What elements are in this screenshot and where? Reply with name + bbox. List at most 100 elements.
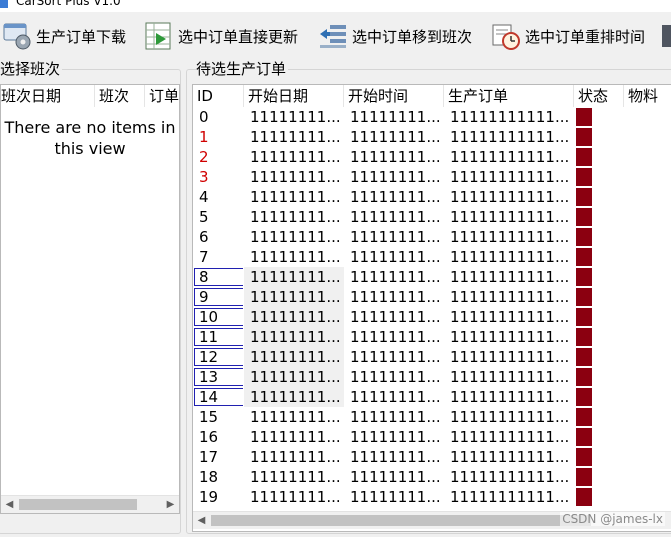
selection-outline [194, 268, 243, 286]
selection-outline [194, 308, 243, 326]
row-id-cell: 18 [199, 468, 219, 486]
column-shift-date[interactable]: 班次日期 [1, 85, 95, 107]
toolbar-overflow-button[interactable] [662, 20, 671, 52]
row-start-time-cell: 11111111... [350, 188, 441, 206]
main-panel-title: 待选生产订单 [196, 60, 289, 78]
table-row[interactable]: 9 11111111... 11111111... 11111111111... [193, 287, 671, 307]
table-row[interactable]: 1 11111111... 11111111... 11111111111... [193, 127, 671, 147]
watermark: CSDN @james-lx [560, 512, 665, 526]
column-start-date[interactable]: 开始日期 [244, 85, 344, 107]
row-start-date-cell: 11111111... [250, 428, 341, 446]
table-row[interactable]: 0 11111111... 11111111... 11111111111... [193, 107, 671, 127]
download-orders-button[interactable]: 生产订单下载 [2, 20, 126, 52]
table-row[interactable]: 4 11111111... 11111111... 11111111111... [193, 187, 671, 207]
order-list[interactable]: ID 开始日期 开始时间 生产订单 状态 物料 0 11111111... 1111… [192, 84, 671, 532]
row-start-date-cell: 11111111... [244, 367, 344, 387]
row-start-time-cell: 11111111... [350, 448, 441, 466]
table-row[interactable]: 5 11111111... 11111111... 11111111111... [193, 207, 671, 227]
status-indicator [576, 448, 592, 466]
table-row[interactable]: 2 11111111... 11111111... 11111111111... [193, 147, 671, 167]
column-production-order[interactable]: 生产订单 [444, 85, 574, 107]
row-id-cell: 4 [199, 188, 209, 206]
status-indicator [576, 148, 592, 166]
scroll-thumb[interactable] [19, 499, 137, 510]
row-start-time-cell: 11111111... [350, 308, 441, 326]
status-indicator [576, 408, 592, 426]
move-to-shift-button[interactable]: 选中订单移到班次 [318, 20, 472, 52]
column-status[interactable]: 状态 [574, 85, 624, 107]
scroll-left-icon[interactable]: ◀ [193, 512, 210, 529]
row-id-cell: 17 [199, 448, 219, 466]
row-production-order-cell: 11111111111... [450, 428, 570, 446]
row-start-time-cell: 11111111... [350, 468, 441, 486]
row-start-date-cell: 11111111... [250, 168, 341, 186]
table-row[interactable]: 17 11111111... 11111111... 11111111111... [193, 447, 671, 467]
row-production-order-cell: 11111111111... [450, 368, 570, 386]
table-row[interactable]: 11 11111111... 11111111... 11111111111... [193, 327, 671, 347]
row-production-order-cell: 11111111111... [450, 288, 570, 306]
shift-list-hscrollbar[interactable]: ◀ ▶ [1, 495, 179, 513]
status-indicator [576, 268, 592, 286]
table-row[interactable]: 19 11111111... 11111111... 11111111111... [193, 487, 671, 507]
column-shift[interactable]: 班次 [95, 85, 145, 107]
status-indicator [576, 168, 592, 186]
table-row[interactable]: 6 11111111... 11111111... 11111111111... [193, 227, 671, 247]
row-start-time-cell: 11111111... [350, 348, 441, 366]
row-id-cell: 0 [199, 108, 209, 126]
row-start-date-cell: 11111111... [250, 248, 341, 266]
table-row[interactable]: 15 11111111... 11111111... 11111111111... [193, 407, 671, 427]
window-title: CarSort Plus V1.0 [16, 0, 121, 8]
table-row[interactable]: 18 11111111... 11111111... 11111111111... [193, 467, 671, 487]
scroll-left-icon[interactable]: ◀ [1, 496, 18, 513]
column-start-time[interactable]: 开始时间 [344, 85, 444, 107]
row-start-time-cell: 11111111... [350, 128, 441, 146]
row-production-order-cell: 11111111111... [450, 228, 570, 246]
row-start-time-cell: 11111111... [350, 388, 441, 406]
row-id-cell: 19 [199, 488, 219, 506]
selection-outline [194, 348, 243, 366]
row-start-date-cell: 11111111... [244, 347, 344, 367]
row-start-date-cell: 11111111... [244, 327, 344, 347]
row-production-order-cell: 11111111111... [450, 388, 570, 406]
row-start-date-cell: 11111111... [250, 448, 341, 466]
row-start-time-cell: 11111111... [350, 168, 441, 186]
status-indicator [576, 428, 592, 446]
scroll-thumb[interactable] [211, 515, 591, 526]
column-material[interactable]: 物料 [624, 85, 671, 107]
selection-outline [194, 288, 243, 306]
update-selected-button[interactable]: 选中订单直接更新 [144, 20, 298, 52]
download-settings-icon [2, 21, 32, 51]
row-production-order-cell: 11111111111... [450, 208, 570, 226]
table-row[interactable]: 12 11111111... 11111111... 11111111111... [193, 347, 671, 367]
table-row[interactable]: 13 11111111... 11111111... 11111111111... [193, 367, 671, 387]
column-id[interactable]: ID [193, 85, 244, 107]
table-row[interactable]: 14 11111111... 11111111... 11111111111... [193, 387, 671, 407]
table-row[interactable]: 16 11111111... 11111111... 11111111111... [193, 427, 671, 447]
row-start-time-cell: 11111111... [350, 428, 441, 446]
selection-outline [194, 368, 243, 386]
overflow-icon [662, 21, 671, 51]
table-row[interactable]: 7 11111111... 11111111... 11111111111... [193, 247, 671, 267]
reschedule-time-button[interactable]: 选中订单重排时间 [491, 20, 645, 52]
scroll-right-icon[interactable]: ▶ [162, 496, 179, 513]
row-production-order-cell: 11111111111... [450, 268, 570, 286]
status-indicator [576, 228, 592, 246]
column-order[interactable]: 订单 [145, 85, 179, 107]
row-start-time-cell: 11111111... [350, 328, 441, 346]
table-row[interactable]: 3 11111111... 11111111... 11111111111... [193, 167, 671, 187]
row-start-time-cell: 11111111... [350, 208, 441, 226]
selection-outline [194, 328, 243, 346]
row-id-cell: 1 [199, 128, 209, 146]
table-row[interactable]: 10 11111111... 11111111... 11111111111... [193, 307, 671, 327]
row-production-order-cell: 11111111111... [450, 328, 570, 346]
row-id-cell: 2 [199, 148, 209, 166]
move-list-icon [318, 21, 348, 51]
table-row[interactable]: 8 11111111... 11111111... 11111111111... [193, 267, 671, 287]
row-start-date-cell: 11111111... [250, 228, 341, 246]
toolbar: 生产订单下载 选中订单直接更新 选中订单移到班次 选中订单重排时间 [0, 14, 671, 60]
status-indicator [576, 248, 592, 266]
status-indicator [576, 208, 592, 226]
shift-list[interactable]: 班次日期 班次 订单 There are no items in this vi… [0, 84, 180, 514]
row-start-date-cell: 11111111... [250, 468, 341, 486]
row-production-order-cell: 11111111111... [450, 188, 570, 206]
